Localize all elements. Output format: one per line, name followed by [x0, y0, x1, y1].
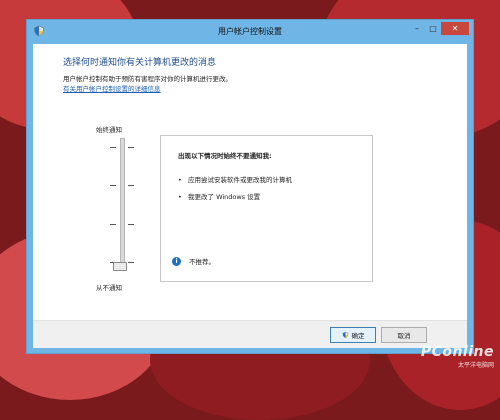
- notification-slider-track[interactable]: [120, 138, 125, 268]
- description-text: 用户帐户控制有助于预防有害程序对你的计算机进行更改。: [63, 75, 232, 83]
- level-description-panel: 出现以下情况时始终不要通知我: • 应用尝试安装软件或更改我的计算机 • 我更改了 …: [160, 135, 373, 282]
- panel-heading: 出现以下情况时始终不要通知我:: [178, 152, 272, 160]
- recommendation-note: i 不推荐。: [172, 256, 215, 266]
- watermark: PConline 太平洋电脑网: [421, 344, 494, 369]
- slider-tick: [110, 147, 116, 148]
- ok-label: 确定: [351, 332, 365, 340]
- watermark-subtitle: 太平洋电脑网: [457, 362, 494, 369]
- bullet-icon: •: [178, 193, 182, 201]
- minimize-button[interactable]: –: [409, 22, 425, 35]
- note-text: 不推荐。: [189, 258, 215, 266]
- window-title: 用户帐户控制设置: [218, 27, 282, 36]
- slider-tick: [128, 262, 134, 263]
- page-heading: 选择何时通知你有关计算机更改的消息: [63, 58, 217, 68]
- info-icon: i: [172, 256, 181, 266]
- title-bar[interactable]: 用户帐户控制设置 – □ ✕: [27, 20, 473, 44]
- notification-slider-thumb[interactable]: [113, 262, 127, 271]
- slider-top-label: 始终通知: [96, 126, 122, 134]
- caption-buttons: – □ ✕: [409, 22, 469, 37]
- slider-tick: [128, 224, 134, 225]
- button-bar: 确定 取消: [33, 320, 467, 348]
- slider-tick: [128, 185, 134, 186]
- list-item: • 应用尝试安装软件或更改我的计算机: [178, 176, 292, 184]
- slider-tick: [110, 185, 116, 186]
- cancel-button[interactable]: 取消: [381, 327, 427, 343]
- slider-tick: [128, 147, 134, 148]
- watermark-brand: PConline: [420, 344, 494, 360]
- help-link[interactable]: 有关用户帐户控制设置的详细信息: [63, 83, 161, 93]
- slider-bottom-label: 从不通知: [96, 284, 122, 292]
- close-button[interactable]: ✕: [441, 22, 469, 35]
- bullet-icon: •: [178, 176, 182, 184]
- maximize-button[interactable]: □: [425, 22, 441, 35]
- list-item: • 我更改了 Windows 设置: [178, 193, 261, 201]
- uac-shield-icon: [342, 331, 348, 339]
- window-content: 选择何时通知你有关计算机更改的消息 用户帐户控制有助于预防有害程序对你的计算机进…: [33, 44, 467, 348]
- uac-settings-window: 用户帐户控制设置 – □ ✕ 选择何时通知你有关计算机更改的消息 用户帐户控制有…: [27, 20, 473, 353]
- slider-tick: [110, 224, 116, 225]
- ok-button[interactable]: 确定: [330, 327, 376, 343]
